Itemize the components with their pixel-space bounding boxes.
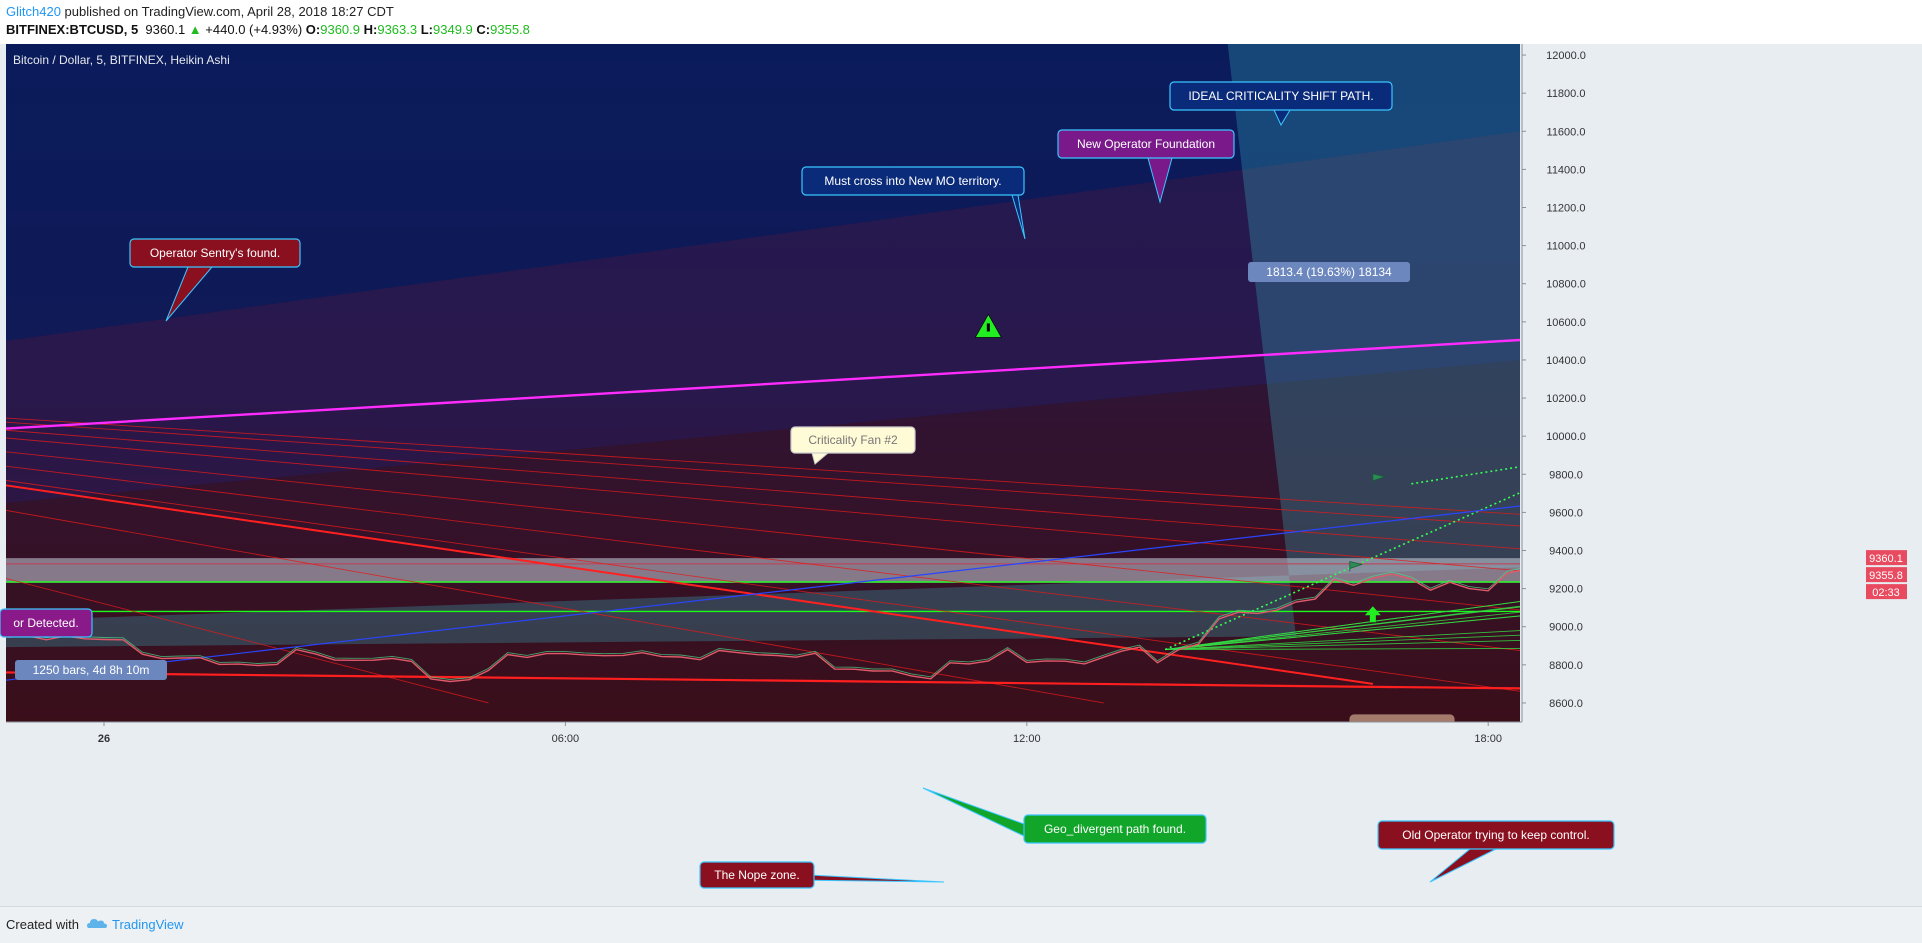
y-tick-label: 10600.0: [1546, 317, 1586, 329]
chart-area[interactable]: THIS ENTIRE ZONE IS OLD OUTLIER TERRITOR…: [0, 44, 1922, 906]
measure-label: 1813.4 (19.63%) 18134: [1266, 265, 1392, 279]
y-tick-label: 11400.0: [1547, 164, 1586, 176]
y-tick-label: 10000.0: [1546, 431, 1586, 443]
callout-nope-zone-text: The Nope zone.: [714, 868, 799, 882]
close-price-badge-text: 9355.8: [1869, 570, 1903, 582]
callout-sentry-text: Operator Sentry's found.: [150, 246, 280, 260]
created-with-text: Created with: [6, 917, 79, 932]
chart-canvas[interactable]: THIS ENTIRE ZONE IS OLD OUTLIER TERRITOR…: [0, 44, 1922, 906]
callout-geo-divergent-text: Geo_divergent path found.: [1044, 822, 1186, 836]
symbol-label: BITFINEX:BTCUSD, 5: [6, 22, 139, 37]
callout-nope-zone: The Nope zone.: [699, 861, 945, 889]
y-tick-label: 10400.0: [1546, 355, 1586, 367]
publish-line: Glitch420 published on TradingView.com, …: [6, 4, 394, 19]
y-tick-label: 11000.0: [1547, 241, 1586, 253]
callout-geo-divergent-pointer: [922, 787, 1025, 837]
yellow-trend-line: [6, 168, 7, 170]
price-change: +440.0 (+4.93%): [205, 22, 303, 37]
y-tick-label: 9400.0: [1549, 546, 1583, 558]
y-tick-label: 9800.0: [1549, 469, 1583, 481]
callout-old-operator: Old Operator trying to keep control.: [1377, 820, 1615, 883]
chart-title: Bitcoin / Dollar, 5, BITFINEX, Heikin As…: [13, 53, 230, 67]
low-label: L:: [420, 22, 434, 37]
publish-header: Glitch420 published on TradingView.com, …: [0, 0, 1922, 44]
callout-must-cross-text: Must cross into New MO territory.: [824, 174, 1001, 188]
footer: Created with TradingView: [0, 906, 1922, 943]
y-tick-label: 9600.0: [1549, 507, 1583, 519]
y-tick-label: 8800.0: [1549, 660, 1583, 672]
y-tick-label: 11200.0: [1547, 203, 1586, 215]
callout-old-operator-text: Old Operator trying to keep control.: [1402, 828, 1589, 842]
last-price-badge-text: 9360.1: [1869, 553, 1903, 565]
close-label: C:: [476, 22, 491, 37]
tradingview-logo-icon[interactable]: [86, 916, 108, 935]
change-arrow-icon: ▲: [188, 22, 202, 37]
callout-ideal-path-text: IDEAL CRITICALITY SHIFT PATH.: [1188, 89, 1373, 103]
x-tick-label: 06:00: [552, 733, 580, 745]
y-tick-label: 9000.0: [1549, 622, 1583, 634]
range-label: 1250 bars, 4d 8h 10m: [33, 663, 150, 677]
high-value: 9363.3: [377, 22, 418, 37]
y-tick-label: 12000.0: [1546, 50, 1586, 62]
x-tick-label: 12:00: [1013, 733, 1041, 745]
ohlc-line: BITFINEX:BTCUSD, 5 9360.1 ▲ +440.0 (+4.9…: [6, 22, 530, 37]
low-value: 9349.9: [433, 22, 473, 37]
y-tick-label: 9200.0: [1549, 584, 1583, 596]
close-value: 9355.8: [490, 22, 530, 37]
last-price: 9360.1: [145, 22, 186, 37]
callout-detected: or Detected.: [0, 608, 93, 638]
y-tick-label: 11800.0: [1547, 88, 1586, 100]
callout-old-operator-pointer: [1429, 848, 1497, 883]
y-tick-label: 8600.0: [1549, 698, 1583, 710]
callout-geo-divergent: Geo_divergent path found.: [922, 787, 1207, 844]
x-tick-label: 26: [98, 733, 110, 745]
high-label: H:: [363, 22, 378, 37]
published-text: published on TradingView.com, April 28, …: [60, 4, 394, 19]
y-tick-label: 10800.0: [1546, 279, 1586, 291]
open-value: 9360.9: [320, 22, 360, 37]
y-tick-label: 10200.0: [1546, 393, 1586, 405]
countdown-text: 02:33: [1872, 587, 1900, 599]
author-link[interactable]: Glitch420: [6, 4, 61, 19]
x-tick-label: 18:00: [1474, 733, 1502, 745]
callout-new-operator-text: New Operator Foundation: [1077, 137, 1215, 151]
x-axis-background: [0, 722, 1522, 757]
callout-detected-text: or Detected.: [13, 616, 78, 630]
open-label: O:: [305, 22, 321, 37]
callout-criticality-fan-text: Criticality Fan #2: [808, 433, 898, 447]
tradingview-link[interactable]: TradingView: [112, 917, 184, 932]
y-tick-label: 11600.0: [1547, 126, 1586, 138]
warning-mark: [986, 323, 990, 332]
